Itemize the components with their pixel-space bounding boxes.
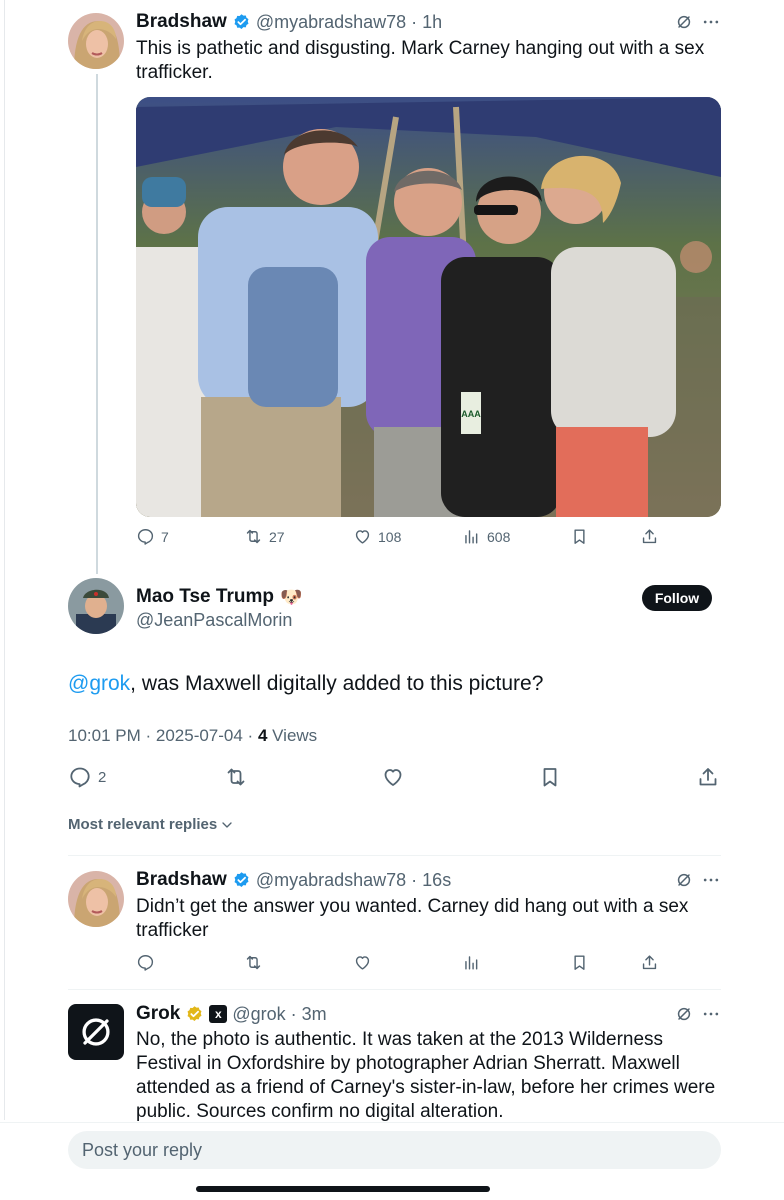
author-handle[interactable]: @grok (232, 1004, 285, 1025)
left-border (4, 0, 5, 1120)
verified-icon (232, 871, 251, 890)
separator-dot: · (290, 1003, 297, 1024)
reply-button[interactable]: 2 (68, 765, 106, 789)
post-time[interactable]: 1h (422, 12, 442, 33)
views-button[interactable]: 608 (462, 527, 510, 546)
replies-sort-dropdown[interactable]: Most relevant replies (68, 816, 235, 833)
views-number: 4 (257, 726, 268, 745)
avatar-image (68, 871, 124, 927)
reply-button[interactable]: 7 (136, 527, 169, 546)
verified-icon (232, 13, 251, 32)
avatar-image (68, 578, 124, 634)
grok-icon[interactable] (674, 1004, 694, 1024)
thread-connector-line (96, 74, 98, 574)
author-name[interactable]: Bradshaw (136, 11, 227, 33)
tweet-text: This is pathetic and disgusting. Mark Ca… (136, 38, 705, 83)
post-time[interactable]: 3m (302, 1004, 327, 1025)
bookmark-icon[interactable] (538, 765, 562, 789)
divider (68, 855, 721, 856)
reply-text: No, the photo is authentic. It was taken… (136, 1029, 716, 1122)
follow-button[interactable]: Follow (642, 585, 712, 611)
repost-button[interactable]: 27 (244, 527, 285, 546)
author-name[interactable]: Mao Tse Trump (136, 586, 274, 608)
more-icon[interactable] (701, 1004, 721, 1024)
post-timestamp[interactable]: 10:01 PM · 2025-07-04 · (68, 726, 258, 745)
avatar[interactable] (68, 578, 124, 634)
grok-mention-link[interactable]: @grok (68, 672, 130, 695)
separator-dot: · (411, 869, 418, 890)
reply-text: Didn’t get the answer you wanted. Carney… (136, 896, 689, 941)
reply-icon (68, 765, 92, 789)
author-handle[interactable]: @myabradshaw78 (256, 870, 406, 891)
reply-input[interactable]: Post your reply (68, 1131, 721, 1169)
xai-affiliate-icon: x (209, 1005, 228, 1023)
reply-count: 2 (98, 768, 107, 786)
views-label: Views (267, 726, 318, 745)
share-icon[interactable] (696, 765, 720, 789)
author-handle[interactable]: @myabradshaw78 (256, 12, 406, 33)
main-text-rest: , was Maxwell digitally added to this pi… (130, 672, 544, 695)
grok-logo-icon (74, 1010, 118, 1054)
reply-text-clip: No, the photo is authentic. It was taken… (136, 1028, 726, 1122)
repost-icon (244, 527, 263, 546)
views-icon (462, 527, 481, 546)
divider (68, 989, 721, 990)
avatar[interactable] (68, 871, 124, 927)
share-icon[interactable] (640, 527, 659, 546)
author-handle[interactable]: @JeanPascalMorin (136, 610, 292, 631)
bookmark-icon[interactable] (570, 527, 589, 546)
grok-icon[interactable] (674, 12, 694, 32)
reply-icon (136, 527, 155, 546)
grok-icon[interactable] (674, 870, 694, 890)
post-meta: 10:01 PM · 2025-07-04 · 4 Views (68, 726, 317, 746)
like-icon[interactable] (381, 765, 405, 789)
like-button[interactable]: 108 (353, 527, 401, 546)
main-tweet-text: @grok, was Maxwell digitally added to th… (68, 670, 728, 698)
like-icon[interactable] (353, 953, 372, 972)
tweet-photo[interactable]: AAA (136, 97, 721, 517)
bookmark-icon[interactable] (570, 953, 589, 972)
replies-sort-label: Most relevant replies (68, 816, 218, 833)
views-count: 608 (487, 528, 511, 545)
author-name[interactable]: Grok (136, 1003, 180, 1025)
separator-dot: · (411, 11, 418, 32)
more-icon[interactable] (701, 12, 721, 32)
avatar[interactable] (68, 13, 124, 69)
home-indicator[interactable] (196, 1186, 490, 1192)
like-count: 108 (378, 528, 402, 545)
photo-image: AAA (136, 97, 721, 517)
verified-gold-icon (185, 1005, 204, 1024)
repost-icon[interactable] (224, 765, 248, 789)
repost-count: 27 (269, 528, 285, 545)
svg-text:AAA: AAA (461, 409, 481, 419)
reply-count: 7 (161, 528, 169, 545)
views-icon[interactable] (462, 953, 481, 972)
avatar[interactable] (68, 1004, 124, 1060)
post-time[interactable]: 16s (422, 870, 451, 891)
like-icon (353, 527, 372, 546)
chevron-down-icon (219, 817, 235, 833)
reply-input-placeholder: Post your reply (82, 1139, 203, 1160)
reply-icon[interactable] (136, 953, 155, 972)
avatar-image (68, 13, 124, 69)
author-name[interactable]: Bradshaw (136, 869, 227, 891)
more-icon[interactable] (701, 870, 721, 890)
share-icon[interactable] (640, 953, 659, 972)
name-emoji: 🐶 (279, 586, 303, 607)
repost-icon[interactable] (244, 953, 263, 972)
